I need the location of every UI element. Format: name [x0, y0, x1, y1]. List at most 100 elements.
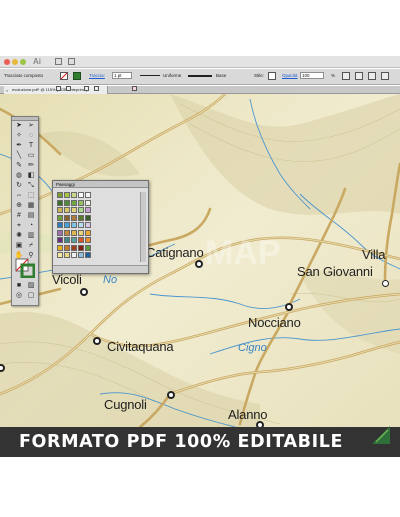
swatch-chip[interactable]: [57, 237, 63, 243]
more-options-icon[interactable]: [381, 72, 389, 80]
screen-mode-icon[interactable]: ▢: [26, 291, 36, 300]
pencil-tool-icon[interactable]: ✏: [26, 161, 36, 170]
eyedropper-tool-icon[interactable]: ⌖: [14, 221, 24, 230]
swatch-chip[interactable]: [71, 214, 77, 221]
swatch-chip[interactable]: [64, 252, 70, 258]
perspective-grid-tool-icon[interactable]: ▦: [26, 201, 36, 210]
swatch-chip[interactable]: [85, 252, 91, 258]
swatch-chip[interactable]: [57, 229, 63, 236]
swatch-chip[interactable]: [85, 222, 91, 228]
swatch-library-icon[interactable]: [56, 86, 61, 91]
rotate-tool-icon[interactable]: ↻: [14, 181, 24, 190]
swatch-chip[interactable]: [71, 237, 77, 243]
graph-tool-icon[interactable]: ▥: [26, 231, 36, 240]
shape-builder-tool-icon[interactable]: ⊕: [14, 201, 24, 210]
arrange-documents-icon[interactable]: [68, 58, 75, 65]
swatch-chip[interactable]: [71, 229, 77, 236]
swatch-chip[interactable]: [71, 192, 77, 198]
opacity-field[interactable]: 100: [300, 72, 324, 79]
pen-tool-icon[interactable]: ✒: [14, 141, 24, 150]
swatch-chip[interactable]: [78, 229, 84, 236]
swatch-chip[interactable]: [85, 229, 91, 236]
eraser-tool-icon[interactable]: ◧: [26, 171, 36, 180]
stroke-weight-field[interactable]: 1 pt: [112, 72, 132, 79]
swatch-chip[interactable]: [57, 199, 63, 206]
swatch-chip[interactable]: [85, 237, 91, 243]
swatch-chip[interactable]: [85, 244, 91, 251]
color-mode-icon[interactable]: ■: [14, 281, 24, 290]
window-zoom-button[interactable]: [20, 59, 26, 65]
fill-swatch[interactable]: [60, 72, 68, 80]
swatch-chip[interactable]: [85, 214, 91, 221]
new-swatch-icon[interactable]: [94, 86, 99, 91]
swatch-chip[interactable]: [64, 222, 70, 228]
opacity-label-link[interactable]: Opacità: [282, 73, 298, 78]
recolor-icon[interactable]: [342, 72, 350, 80]
transform-icon[interactable]: [368, 72, 376, 80]
swatch-chip[interactable]: [71, 252, 77, 258]
direct-selection-tool-icon[interactable]: ➢: [26, 121, 36, 130]
swatch-chip[interactable]: [78, 222, 84, 228]
rectangle-tool-icon[interactable]: ▭: [26, 151, 36, 160]
swatch-chip[interactable]: [78, 252, 84, 258]
swatch-chip[interactable]: [78, 192, 84, 198]
swatch-chip[interactable]: [57, 192, 63, 198]
brush-dropdown[interactable]: Base: [216, 73, 226, 78]
swatch-chip[interactable]: [64, 207, 70, 213]
swatch-chip[interactable]: [71, 199, 77, 206]
swatch-chip[interactable]: [71, 244, 77, 251]
magic-wand-tool-icon[interactable]: ✧: [14, 131, 24, 140]
artboard-tool-icon[interactable]: ▣: [14, 241, 24, 250]
stroke-swatch[interactable]: [73, 72, 81, 80]
swatch-chip[interactable]: [64, 244, 70, 251]
swatch-chip[interactable]: [85, 207, 91, 213]
stroke-label-link[interactable]: Traccia:: [89, 73, 105, 78]
blob-brush-tool-icon[interactable]: ◍: [14, 171, 24, 180]
show-kinds-icon[interactable]: [66, 86, 71, 91]
swatch-chip[interactable]: [85, 199, 91, 206]
swatch-chip[interactable]: [78, 244, 84, 251]
fill-stroke-icon[interactable]: [15, 258, 35, 278]
draw-mode-icon[interactable]: ◎: [14, 291, 24, 300]
swatch-chip[interactable]: [57, 207, 63, 213]
delete-swatch-icon[interactable]: [132, 86, 137, 91]
swatch-chip[interactable]: [71, 222, 77, 228]
swatches-panel-tab[interactable]: Paesaggi: [53, 181, 148, 188]
bridge-icon[interactable]: [55, 58, 62, 65]
close-icon[interactable]: ×: [6, 88, 8, 93]
selection-tool-icon[interactable]: ➤: [14, 121, 24, 130]
swatch-chip[interactable]: [57, 214, 63, 221]
symbol-sprayer-tool-icon[interactable]: ✺: [14, 231, 24, 240]
gradient-tool-icon[interactable]: ▤: [26, 211, 36, 220]
swatches-scrollbar[interactable]: [140, 192, 146, 262]
swatch-chip[interactable]: [71, 207, 77, 213]
paintbrush-tool-icon[interactable]: ✎: [14, 161, 24, 170]
swatch-chip[interactable]: [78, 199, 84, 206]
swatch-chip[interactable]: [64, 237, 70, 243]
swatch-chip[interactable]: [57, 244, 63, 251]
swatch-chip[interactable]: [78, 214, 84, 221]
window-close-button[interactable]: [4, 59, 10, 65]
blend-tool-icon[interactable]: ◔: [26, 221, 36, 230]
swatch-chip[interactable]: [85, 192, 91, 198]
scale-tool-icon[interactable]: ⤡: [26, 181, 36, 190]
mesh-tool-icon[interactable]: #: [14, 211, 24, 220]
swatch-chip[interactable]: [64, 229, 70, 236]
gradient-mode-icon[interactable]: ▨: [26, 281, 36, 290]
free-transform-tool-icon[interactable]: ⬚: [26, 191, 36, 200]
lasso-tool-icon[interactable]: ◌: [26, 131, 36, 140]
window-minimize-button[interactable]: [12, 59, 18, 65]
type-tool-icon[interactable]: T: [26, 141, 36, 150]
swatch-chip[interactable]: [78, 207, 84, 213]
line-tool-icon[interactable]: ╲: [14, 151, 24, 160]
profile-dropdown[interactable]: Uniforme: [163, 73, 181, 78]
swatch-chip[interactable]: [57, 222, 63, 228]
slice-tool-icon[interactable]: ⌿: [26, 241, 36, 250]
new-group-icon[interactable]: [84, 86, 89, 91]
swatch-chip[interactable]: [57, 252, 63, 258]
align-icon[interactable]: [355, 72, 363, 80]
swatch-chip[interactable]: [78, 237, 84, 243]
swatch-chip[interactable]: [64, 199, 70, 206]
width-tool-icon[interactable]: ⇔: [14, 191, 24, 200]
swatch-chip[interactable]: [64, 214, 70, 221]
